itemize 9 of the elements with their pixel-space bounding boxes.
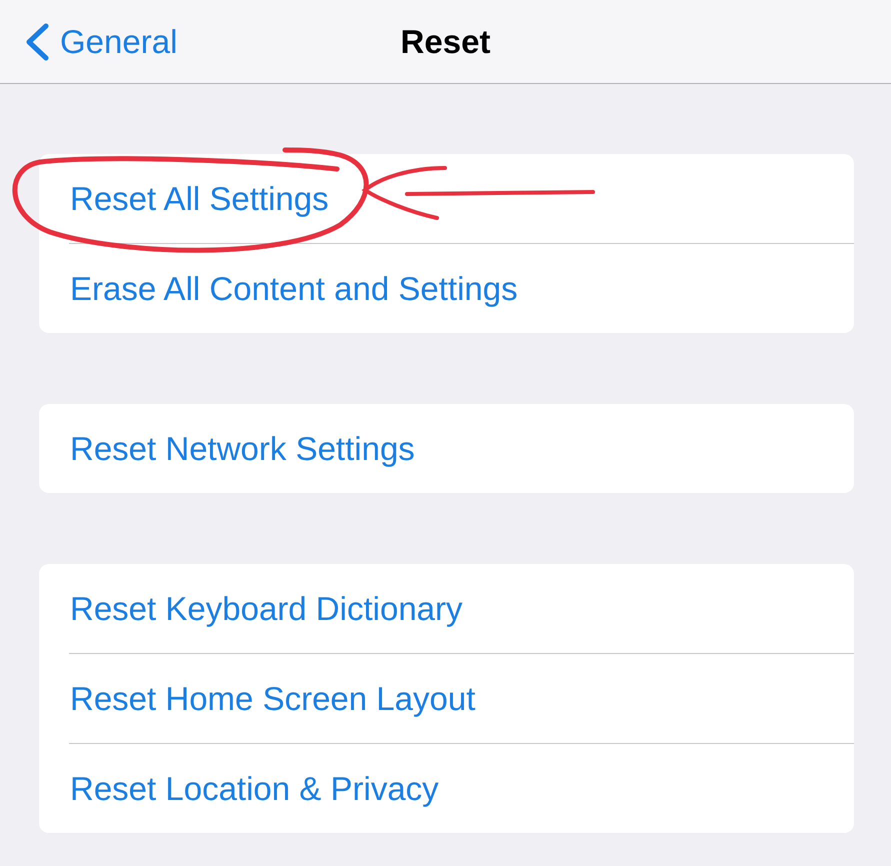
reset-option[interactable]: Erase All Content and Settings	[39, 244, 854, 333]
reset-option[interactable]: Reset Network Settings	[39, 404, 854, 493]
reset-option[interactable]: Reset Keyboard Dictionary	[39, 564, 854, 653]
reset-option[interactable]: Reset Location & Privacy	[39, 744, 854, 833]
chevron-left-icon	[25, 22, 49, 60]
page-title: Reset	[400, 25, 490, 58]
reset-option[interactable]: Reset Home Screen Layout	[39, 654, 854, 743]
back-button[interactable]: General	[0, 22, 178, 60]
reset-option[interactable]: Reset All Settings	[39, 154, 854, 243]
